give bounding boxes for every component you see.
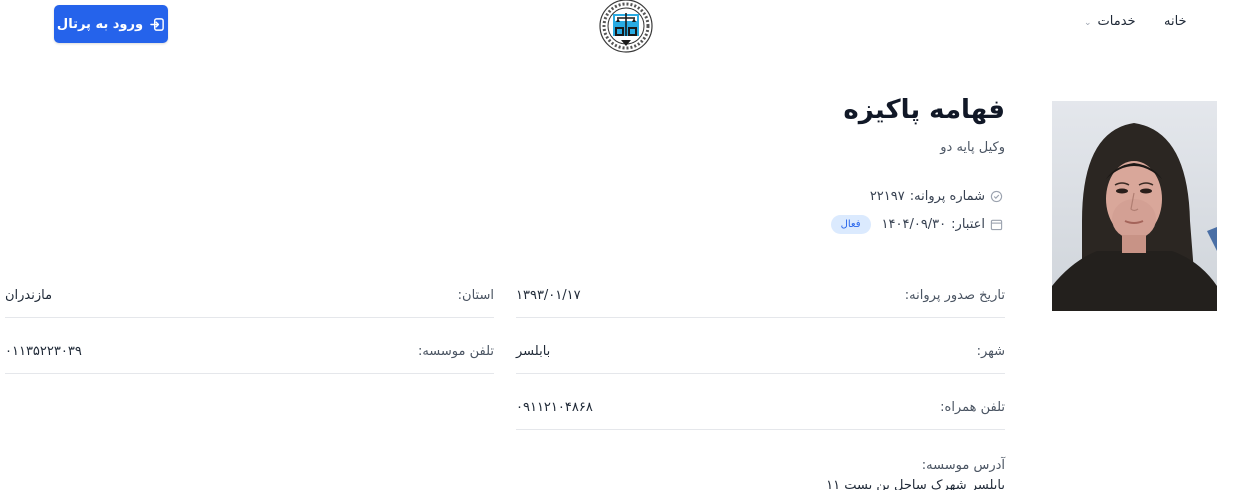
mobile-value[interactable]: ۰۹۱۱۲۱۰۴۸۶۸ — [516, 400, 593, 415]
issue-date-field: تاریخ صدور پروانه: ۱۳۹۳/۰۱/۱۷ — [516, 288, 1005, 318]
lawyer-title: وکیل پایه دو — [940, 140, 1005, 155]
validity-row: اعتبار: ۱۴۰۴/۰۹/۳۰ فعال — [830, 215, 1003, 234]
mobile-label: تلفن همراه: — [940, 400, 1005, 415]
login-icon — [150, 17, 164, 31]
top-header: خانه خدمات ⌄ ورود به پرتال — [0, 0, 1233, 60]
license-label: شماره پروانه: — [909, 189, 985, 204]
institute-phone-value[interactable]: ۰۱۱۳۵۲۲۳۰۳۹ — [5, 344, 82, 359]
lawyer-photo — [1052, 101, 1217, 311]
city-label: شهر: — [976, 344, 1005, 359]
chevron-down-icon: ⌄ — [1084, 18, 1092, 28]
bar-association-logo[interactable] — [597, 0, 655, 54]
city-value: بابلسر — [516, 344, 551, 359]
check-circle-icon — [990, 190, 1003, 203]
nav-services-label: خدمات — [1097, 14, 1136, 29]
validity-label: اعتبار: — [951, 217, 985, 232]
nav-services-dropdown[interactable]: خدمات ⌄ — [1084, 14, 1136, 29]
validity-date: ۱۴۰۴/۰۹/۳۰ — [881, 217, 947, 232]
issue-date-label: تاریخ صدور پروانه: — [904, 288, 1005, 303]
institute-phone-label: تلفن موسسه: — [417, 344, 494, 359]
city-field: شهر: بابلسر — [516, 344, 1005, 374]
license-row: شماره پروانه: ۲۲۱۹۷ — [870, 189, 1003, 204]
nav-home-link[interactable]: خانه — [1164, 14, 1187, 29]
license-number: ۲۲۱۹۷ — [869, 189, 905, 204]
address-value: بابلسر شهرک ساحل بن بست ۱۱ — [826, 478, 1005, 490]
province-field: استان: مازندران — [5, 288, 494, 318]
portal-login-button[interactable]: ورود به پرتال — [54, 5, 168, 43]
status-badge: فعال — [830, 215, 871, 234]
calendar-icon — [990, 219, 1003, 231]
province-label: استان: — [457, 288, 494, 303]
mobile-field: تلفن همراه: ۰۹۱۱۲۱۰۴۸۶۸ — [516, 400, 1005, 430]
portal-button-label: ورود به پرتال — [56, 16, 144, 32]
province-value: مازندران — [5, 288, 53, 303]
lawyer-name: فهامه پاکیزه — [843, 95, 1005, 125]
address-label: آدرس موسسه: — [921, 458, 1005, 473]
institute-phone-field: تلفن موسسه: ۰۱۱۳۵۲۲۳۰۳۹ — [5, 344, 494, 374]
issue-date-value: ۱۳۹۳/۰۱/۱۷ — [516, 288, 581, 303]
